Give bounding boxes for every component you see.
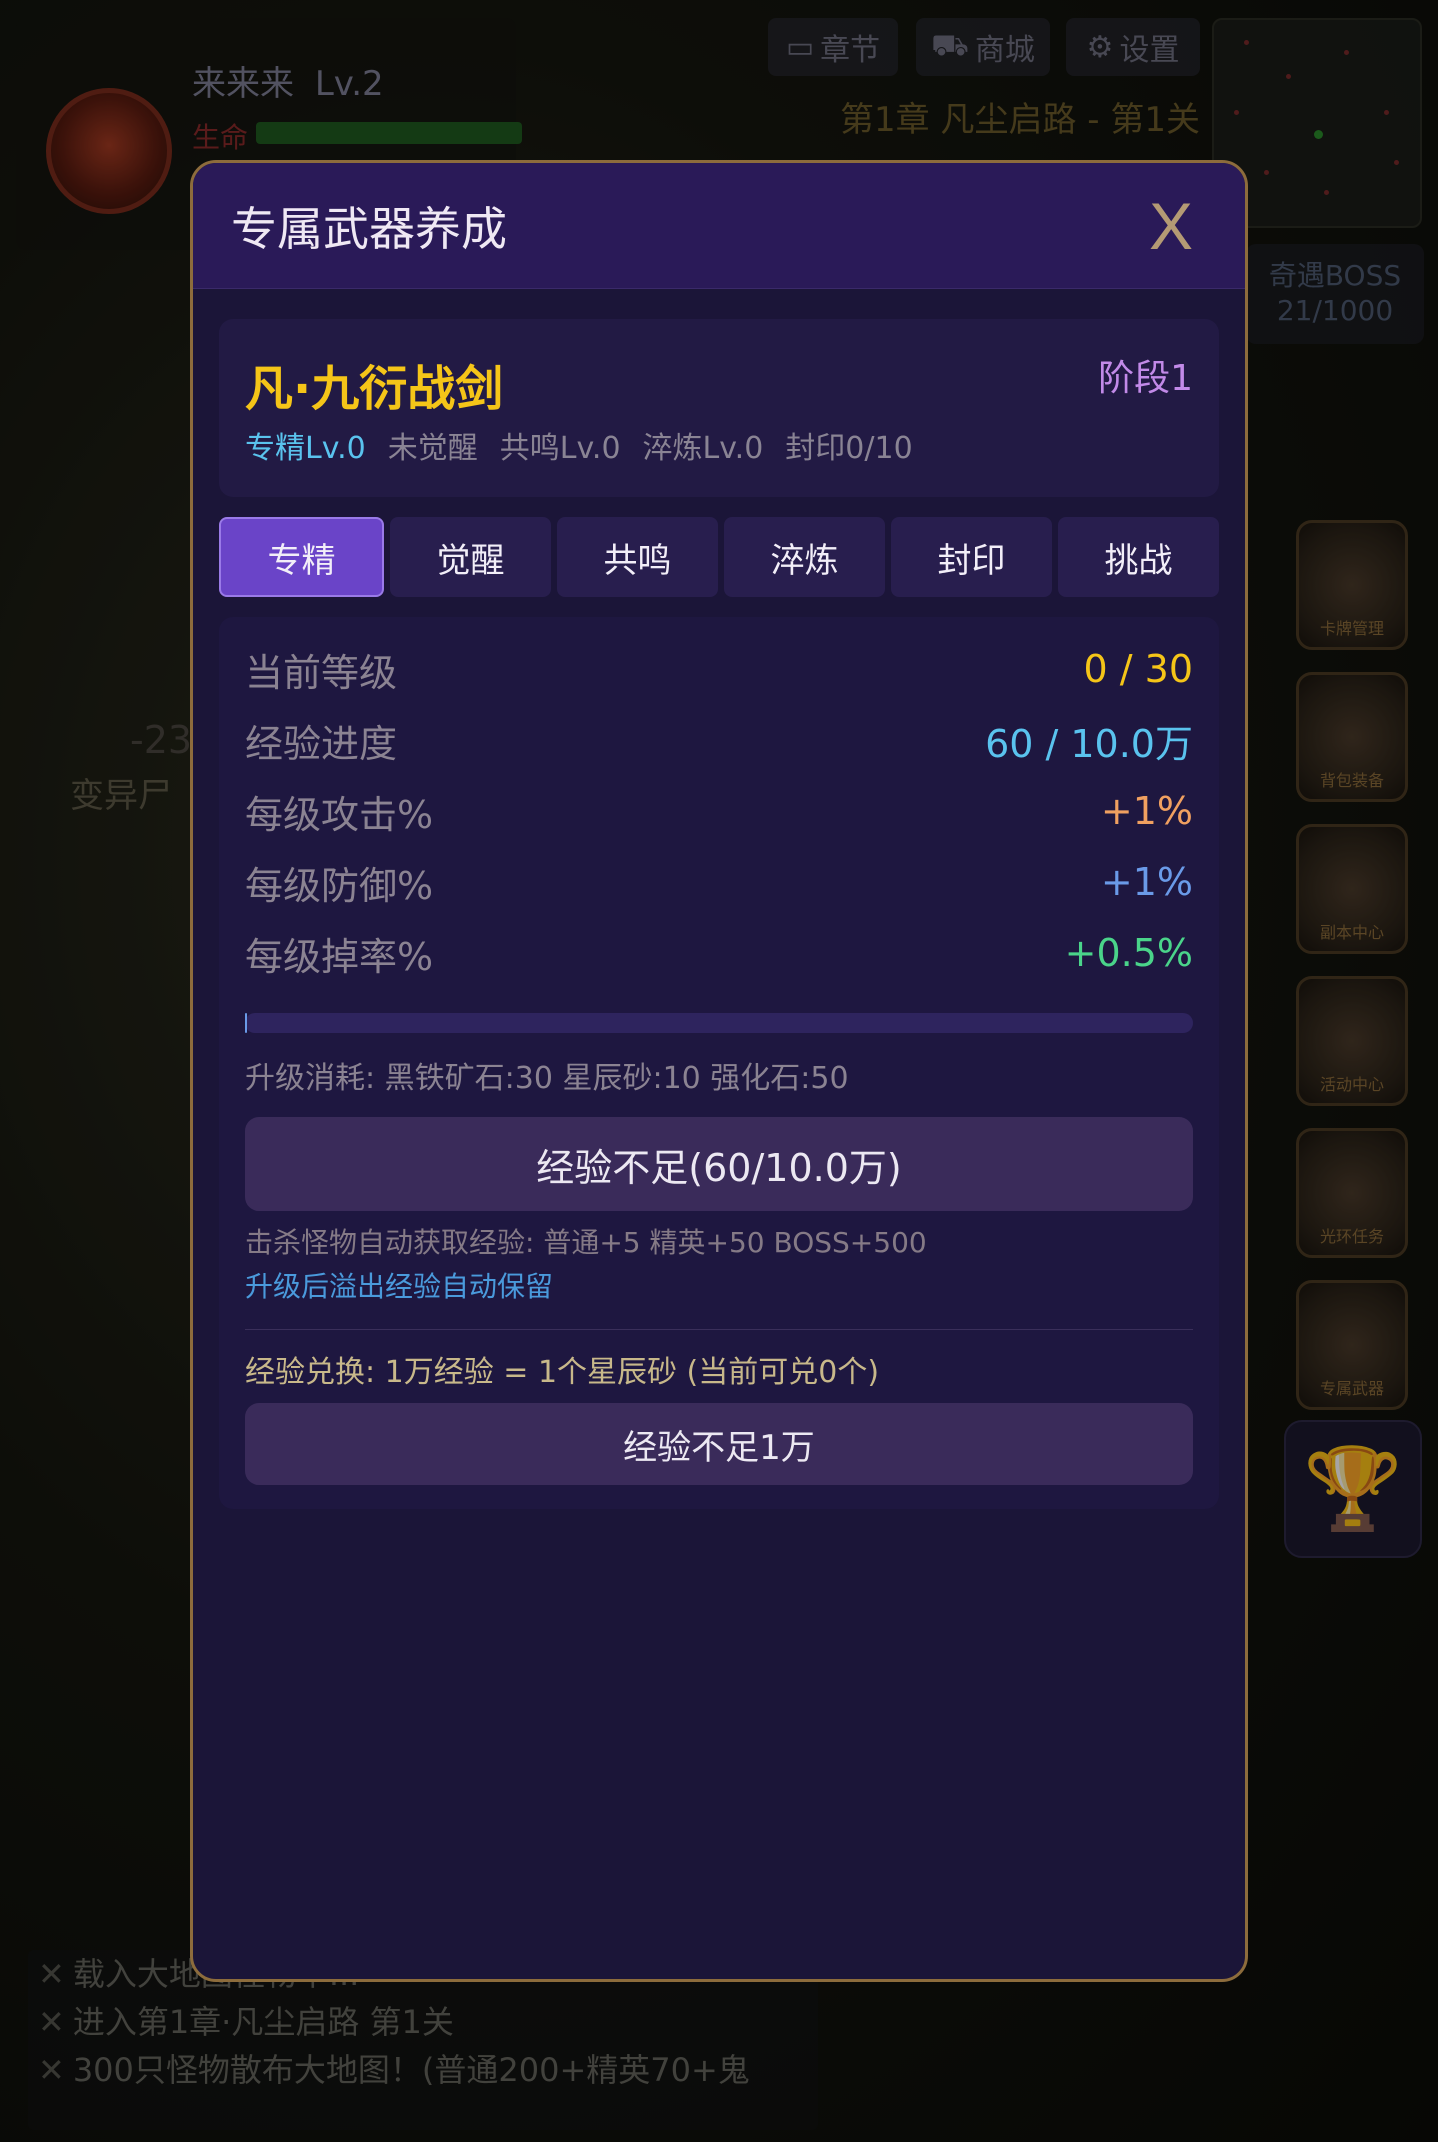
stat-resonance: 共鸣Lv.0 xyxy=(499,431,621,466)
row-label: 当前等级 xyxy=(245,650,398,695)
row-value: +1% xyxy=(1100,789,1193,833)
modal-title: 专属武器养成 xyxy=(231,201,507,256)
tab-challenge[interactable]: 挑战 xyxy=(1058,517,1219,597)
row-value: 60 / 10.0万 xyxy=(985,721,1193,766)
row-drop-per-level: 每级掉率% +0.5% xyxy=(245,923,1193,983)
weapon-stats: 专精Lv.0 未觉醒 共鸣Lv.0 淬炼Lv.0 封印0/10 xyxy=(245,423,913,467)
row-current-level: 当前等级 0 / 30 xyxy=(245,639,1193,699)
row-defense-per-level: 每级防御% +1% xyxy=(245,852,1193,912)
tab-awaken[interactable]: 觉醒 xyxy=(390,517,551,597)
stat-refine: 淬炼Lv.0 xyxy=(642,431,764,466)
stat-seal: 封印0/10 xyxy=(785,431,913,466)
close-button[interactable]: X xyxy=(1149,188,1193,264)
weapon-name: 凡·九衍战剑 xyxy=(245,361,504,417)
tab-refine[interactable]: 淬炼 xyxy=(724,517,885,597)
row-attack-per-level: 每级攻击% +1% xyxy=(245,781,1193,841)
weapon-card: 凡·九衍战剑 阶段1 专精Lv.0 未觉醒 共鸣Lv.0 淬炼Lv.0 封印0/… xyxy=(219,319,1219,497)
weapon-stage: 阶段1 xyxy=(1098,358,1193,399)
divider xyxy=(245,1329,1193,1330)
stat-awaken: 未觉醒 xyxy=(387,431,478,466)
row-label: 每级防御% xyxy=(245,863,434,908)
exchange-info: 经验兑换: 1万经验 = 1个星辰砂 (当前可兑0个) xyxy=(245,1355,880,1390)
exp-source-hint: 击杀怪物自动获取经验: 普通+5 精英+50 BOSS+500 xyxy=(245,1226,927,1259)
row-exp-progress: 经验进度 60 / 10.0万 xyxy=(245,710,1193,770)
tab-resonance[interactable]: 共鸣 xyxy=(557,517,718,597)
tab-seal[interactable]: 封印 xyxy=(891,517,1052,597)
row-value: 0 / 30 xyxy=(1083,647,1194,691)
stat-mastery: 专精Lv.0 xyxy=(245,431,366,466)
weapon-upgrade-modal: 专属武器养成 X 凡·九衍战剑 阶段1 专精Lv.0 未觉醒 共鸣Lv.0 淬炼… xyxy=(190,160,1248,1982)
tab-mastery[interactable]: 专精 xyxy=(219,517,384,597)
row-value: +0.5% xyxy=(1064,931,1193,975)
tab-bar: 专精 觉醒 共鸣 淬炼 封印 挑战 xyxy=(219,517,1219,597)
exp-progress-bar xyxy=(245,1013,1193,1033)
exchange-button[interactable]: 经验不足1万 xyxy=(245,1403,1193,1485)
mastery-panel: 当前等级 0 / 30 经验进度 60 / 10.0万 每级攻击% +1% 每级… xyxy=(219,617,1219,1509)
upgrade-button[interactable]: 经验不足(60/10.0万) xyxy=(245,1117,1193,1211)
row-label: 经验进度 xyxy=(245,721,398,766)
modal-header: 专属武器养成 X xyxy=(193,163,1245,289)
row-label: 每级掉率% xyxy=(245,934,434,979)
overflow-hint: 升级后溢出经验自动保留 xyxy=(245,1270,554,1303)
exp-progress-fill xyxy=(245,1013,247,1033)
row-label: 每级攻击% xyxy=(245,792,434,837)
upgrade-cost: 升级消耗: 黑铁矿石:30 星辰砂:10 强化石:50 xyxy=(245,1061,849,1096)
row-value: +1% xyxy=(1100,860,1193,904)
